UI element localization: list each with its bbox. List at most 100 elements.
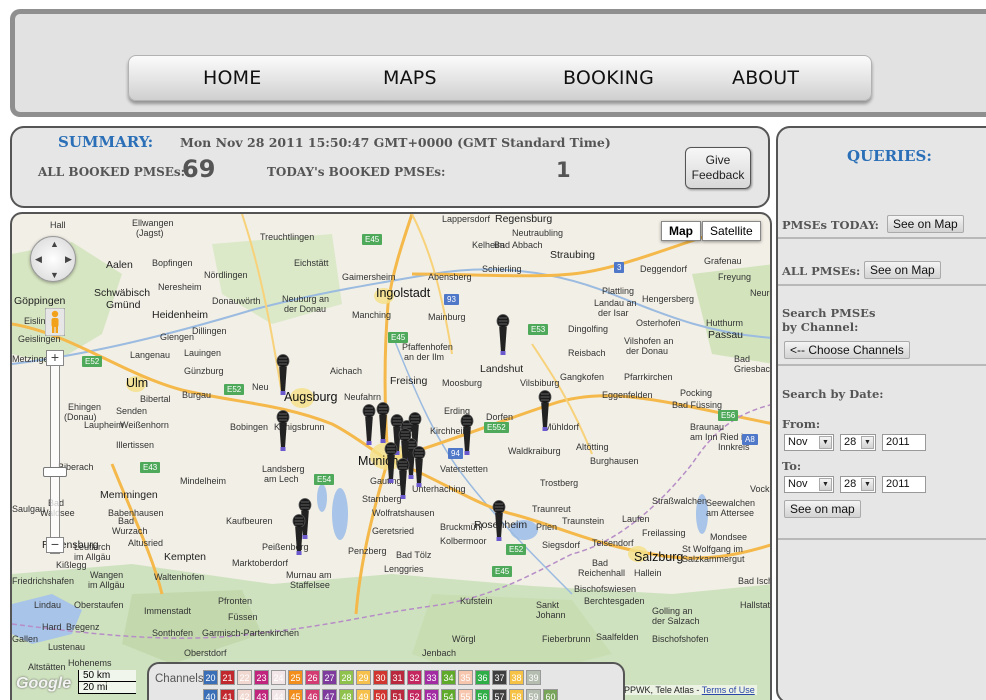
zoom-slider-track[interactable] — [50, 358, 60, 554]
street-view-pegman-icon[interactable] — [45, 308, 65, 336]
map-place-label: Hallstat — [740, 600, 771, 610]
map-place-label: am Lech — [264, 474, 299, 484]
channel-chip[interactable]: 59 — [526, 689, 541, 700]
channel-chip[interactable]: 25 — [288, 670, 303, 685]
microphone-marker-icon[interactable] — [538, 390, 552, 432]
map-type-satellite-button[interactable]: Satellite — [702, 221, 761, 241]
chevron-down-icon: ▼ — [861, 436, 874, 449]
channel-chip[interactable]: 28 — [339, 670, 354, 685]
channel-chip[interactable]: 37 — [492, 670, 507, 685]
microphone-marker-icon[interactable] — [276, 410, 290, 452]
pan-up-icon[interactable]: ▲ — [50, 239, 59, 249]
microphone-marker-icon[interactable] — [396, 458, 410, 500]
channel-chip[interactable]: 22 — [237, 670, 252, 685]
give-feedback-button[interactable]: Give Feedback — [685, 147, 751, 189]
channel-chip[interactable]: 57 — [492, 689, 507, 700]
channel-chip[interactable]: 46 — [305, 689, 320, 700]
microphone-marker-icon[interactable] — [492, 500, 506, 542]
channel-chip[interactable]: 33 — [424, 670, 439, 685]
channel-chip[interactable]: 27 — [322, 670, 337, 685]
microphone-marker-icon[interactable] — [376, 402, 390, 444]
map-place-label: Pfronten — [218, 596, 253, 606]
channel-chip[interactable]: 58 — [509, 689, 524, 700]
channel-chip[interactable]: 39 — [526, 670, 541, 685]
map-place-label: Mindelheim — [180, 476, 227, 486]
map-place-label: Pfaffenhofen — [402, 342, 453, 352]
map-place-label: Bad Isch — [738, 576, 772, 586]
header: HOME MAPS BOOKING ABOUT — [10, 9, 986, 117]
channel-chip[interactable]: 50 — [373, 689, 388, 700]
choose-channels-button[interactable]: <-- Choose Channels — [784, 341, 910, 359]
map-place-label: Dorfen — [486, 412, 514, 422]
channel-chip[interactable]: 29 — [356, 670, 371, 685]
nav-maps[interactable]: MAPS — [383, 67, 437, 89]
channel-chip[interactable]: 34 — [441, 670, 456, 685]
channel-chip[interactable]: 42 — [237, 689, 252, 700]
channel-chip[interactable]: 45 — [288, 689, 303, 700]
road-shield: E552 — [484, 422, 509, 433]
map-view[interactable]: Hall Ellwangen (Jagst) Treuchtlingen Kelheim… — [10, 212, 772, 700]
channel-chip[interactable]: 43 — [254, 689, 269, 700]
channel-chip[interactable]: 41 — [220, 689, 235, 700]
from-day-select[interactable]: 28 ▼ — [840, 434, 876, 451]
channel-chip[interactable]: 23 — [254, 670, 269, 685]
all-see-on-map-button[interactable]: See on Map — [864, 261, 941, 279]
channel-chip[interactable]: 49 — [356, 689, 371, 700]
channel-chip[interactable]: 24 — [271, 670, 286, 685]
from-year-input[interactable]: 2011 — [882, 434, 926, 451]
pan-left-icon[interactable]: ◀ — [35, 254, 42, 265]
channel-chip[interactable]: 56 — [475, 689, 490, 700]
channel-chip[interactable]: 38 — [509, 670, 524, 685]
map-place-label: Bad Abbach — [494, 240, 543, 250]
to-year-input[interactable]: 2011 — [882, 476, 926, 493]
from-month-select[interactable]: Nov ▼ — [784, 434, 834, 451]
channel-chip[interactable]: 52 — [407, 689, 422, 700]
scale-km: 50 km — [78, 670, 136, 682]
channel-chip[interactable]: 60 — [543, 689, 558, 700]
to-label: To: — [782, 459, 802, 473]
channel-chip[interactable]: 30 — [373, 670, 388, 685]
zoom-out-button[interactable]: − — [46, 537, 64, 553]
channel-chip[interactable]: 35 — [458, 670, 473, 685]
microphone-marker-icon[interactable] — [276, 354, 290, 396]
nav-about[interactable]: ABOUT — [732, 67, 799, 89]
zoom-in-button[interactable]: + — [46, 350, 64, 366]
channel-chip[interactable]: 44 — [271, 689, 286, 700]
channel-chip[interactable]: 40 — [203, 689, 218, 700]
to-day-select[interactable]: 28 ▼ — [840, 476, 876, 493]
channel-chip[interactable]: 54 — [441, 689, 456, 700]
road-shield: E52 — [82, 356, 103, 367]
channel-chip[interactable]: 20 — [203, 670, 218, 685]
microphone-marker-icon[interactable] — [362, 404, 376, 446]
pan-down-icon[interactable]: ▼ — [50, 270, 59, 280]
map-place-label: Staffelsee — [290, 580, 330, 590]
nav-home[interactable]: HOME — [203, 67, 261, 89]
microphone-marker-icon[interactable] — [496, 314, 510, 356]
pan-right-icon[interactable]: ▶ — [65, 254, 72, 265]
nav-booking[interactable]: BOOKING — [563, 67, 654, 89]
map-place-label: Waldkraiburg — [508, 446, 561, 456]
pan-control[interactable]: ▲ ▼ ◀ ▶ — [30, 236, 76, 282]
to-month-select[interactable]: Nov ▼ — [784, 476, 834, 493]
channel-chip[interactable]: 48 — [339, 689, 354, 700]
channel-chip[interactable]: 21 — [220, 670, 235, 685]
zoom-slider-thumb[interactable] — [43, 467, 67, 477]
map-place-label: Vaterstetten — [440, 464, 488, 474]
map-place-label: Aichach — [330, 366, 363, 376]
channel-chip[interactable]: 51 — [390, 689, 405, 700]
channel-chip[interactable]: 26 — [305, 670, 320, 685]
channel-chip[interactable]: 36 — [475, 670, 490, 685]
channel-chip[interactable]: 53 — [424, 689, 439, 700]
channel-chip[interactable]: 31 — [390, 670, 405, 685]
map-type-map-button[interactable]: Map — [661, 221, 701, 241]
microphone-marker-icon[interactable] — [292, 514, 306, 556]
channel-chip[interactable]: 47 — [322, 689, 337, 700]
channel-chip[interactable]: 55 — [458, 689, 473, 700]
channels-legend: Channels: 20 21 22 23 24 25 26 27 28 29 30 31 32 33 34… — [147, 662, 625, 700]
microphone-marker-icon[interactable] — [412, 446, 426, 488]
microphone-marker-icon[interactable] — [460, 414, 474, 456]
channel-chip[interactable]: 32 — [407, 670, 422, 685]
today-see-on-map-button[interactable]: See on Map — [887, 215, 964, 233]
terms-of-use-link[interactable]: Terms of Use — [702, 685, 755, 695]
date-see-on-map-button[interactable]: See on map — [784, 500, 861, 518]
